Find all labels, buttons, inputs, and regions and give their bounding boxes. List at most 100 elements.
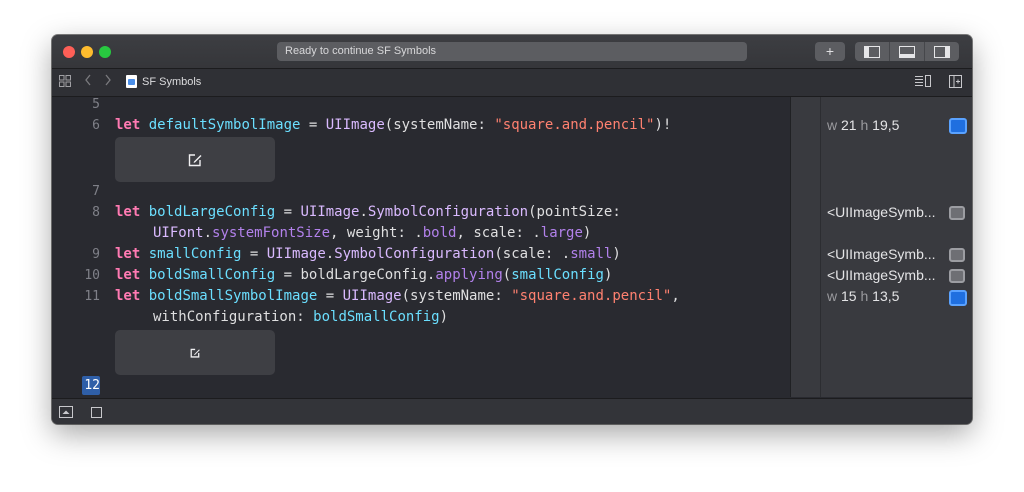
keyword: let (115, 204, 141, 220)
punctuation: (systemName: (384, 117, 495, 133)
identifier: defaultSymbolImage (148, 117, 301, 133)
width-value: 15 (841, 288, 857, 304)
punctuation: ) (603, 267, 613, 283)
keyword: let (115, 117, 141, 133)
punctuation: , weight: . (330, 225, 423, 241)
identifier: smallConfig (148, 246, 242, 262)
enum-case: bold (422, 225, 457, 241)
current-line-number: 12 (84, 378, 100, 393)
code-line-11-continued[interactable]: withConfiguration: boldSmallConfig) (153, 307, 448, 328)
line-number: 10 (84, 268, 100, 283)
code-line-11[interactable]: let boldSmallSymbolImage = UIImage(syste… (115, 286, 680, 307)
titlebar: Ready to continue SF Symbols + (52, 35, 972, 69)
inspector-toggle-button[interactable] (924, 42, 959, 61)
punctuation: ( (502, 267, 512, 283)
editor-options-icon (915, 75, 931, 87)
identifier-ref: smallConfig (511, 267, 604, 283)
results-divider (820, 97, 821, 397)
identifier: boldSmallSymbolImage (148, 288, 318, 304)
type-name: UIImage (342, 288, 402, 304)
punctuation: ) (439, 309, 449, 325)
punctuation: ) (582, 225, 592, 241)
inline-result-preview[interactable] (115, 137, 275, 182)
back-button[interactable] (84, 73, 92, 90)
quick-look-button-line-11[interactable] (949, 290, 967, 306)
operator: = (241, 246, 267, 262)
stop-icon (91, 407, 102, 418)
forward-chevron-icon (105, 74, 111, 86)
inspector-toggle-icon (934, 45, 950, 58)
navigator-toggle-button[interactable] (855, 42, 889, 61)
punctuation: (systemName: (401, 288, 512, 304)
punctuation: . (203, 225, 213, 241)
zoom-window-button[interactable] (99, 46, 111, 58)
code-line-9[interactable]: let smallConfig = UIImage.SymbolConfigur… (115, 244, 621, 265)
type-name: SymbolConfiguration (334, 246, 495, 262)
argument-label: withConfiguration: (153, 309, 314, 325)
show-result-button-line-9[interactable] (949, 248, 965, 262)
forward-button[interactable] (104, 73, 112, 90)
jump-bar: SF Symbols (52, 69, 972, 97)
quick-look-button-line-6[interactable] (949, 118, 967, 134)
result-line-10: <UIImageSymb... (827, 267, 936, 283)
code-line-6[interactable]: let defaultSymbolImage = UIImage(systemN… (115, 115, 671, 136)
add-library-button[interactable]: + (815, 42, 845, 61)
debug-area-toggle-button[interactable] (889, 42, 924, 61)
punctuation: ) (612, 246, 621, 262)
punctuation: . (325, 246, 335, 262)
source-editor[interactable]: 5 6 7 8 9 10 11 12 let defaultSymbolImag… (52, 97, 789, 397)
show-result-button-line-10[interactable] (949, 269, 965, 283)
punctuation: . (359, 204, 368, 220)
line-number: 6 (92, 118, 100, 133)
minimize-window-button[interactable] (81, 46, 93, 58)
height-label: h (860, 288, 869, 304)
code-line-10[interactable]: let boldSmallConfig = boldLargeConfig.ap… (115, 265, 612, 286)
stop-button[interactable] (91, 405, 102, 423)
related-items-button[interactable] (59, 75, 71, 90)
identifier-ref: boldLargeConfig (300, 267, 427, 283)
add-editor-button[interactable] (949, 75, 962, 91)
operator: = (317, 288, 343, 304)
xcode-playground-window: Ready to continue SF Symbols + SF Symbol… (52, 35, 972, 424)
back-chevron-icon (85, 74, 91, 86)
width-label: w (827, 288, 838, 304)
enum-case: large (540, 225, 583, 241)
result-line-6: w 21 h 19,5 (827, 115, 967, 136)
view-toggle-segment (855, 42, 959, 61)
punctuation: (scale: . (494, 246, 571, 262)
activity-status: Ready to continue SF Symbols (277, 42, 747, 61)
related-items-icon (59, 75, 71, 87)
identifier-ref: boldSmallConfig (313, 309, 440, 325)
type-name: SymbolConfiguration (367, 204, 529, 220)
type-name: UIFont (153, 225, 204, 241)
result-line-9: <UIImageSymb... (827, 246, 936, 262)
result-line-8: <UIImageSymb... (827, 204, 936, 220)
keyword: let (115, 288, 141, 304)
height-value: 19,5 (872, 117, 900, 133)
identifier: boldLargeConfig (148, 204, 276, 220)
add-editor-icon (949, 75, 962, 88)
debug-bar (52, 398, 972, 424)
method-name: applying (435, 267, 503, 283)
operator: = (275, 204, 301, 220)
operator: = (275, 267, 301, 283)
code-line-8-continued[interactable]: UIFont.systemFontSize, weight: .bold, sc… (153, 223, 591, 244)
show-result-button-line-8[interactable] (949, 206, 965, 220)
code-line-8[interactable]: let boldLargeConfig = UIImage.SymbolConf… (115, 202, 621, 223)
height-label: h (860, 117, 869, 133)
type-name: UIImage (325, 117, 385, 133)
breadcrumb[interactable]: SF Symbols (126, 75, 201, 88)
identifier: boldSmallConfig (148, 267, 276, 283)
editor-options-button[interactable] (915, 75, 931, 90)
show-debug-area-button[interactable] (59, 405, 73, 423)
inline-result-preview[interactable] (115, 330, 275, 375)
line-number: 8 (92, 205, 100, 220)
breadcrumb-file-label: SF Symbols (142, 75, 202, 88)
string-literal: "square.and.pencil" (494, 117, 655, 133)
playground-file-icon (126, 75, 137, 88)
punctuation: (pointSize: (528, 204, 621, 220)
close-window-button[interactable] (63, 46, 75, 58)
enum-case: small (570, 246, 613, 262)
keyword: let (115, 246, 141, 262)
width-label: w (827, 117, 838, 133)
